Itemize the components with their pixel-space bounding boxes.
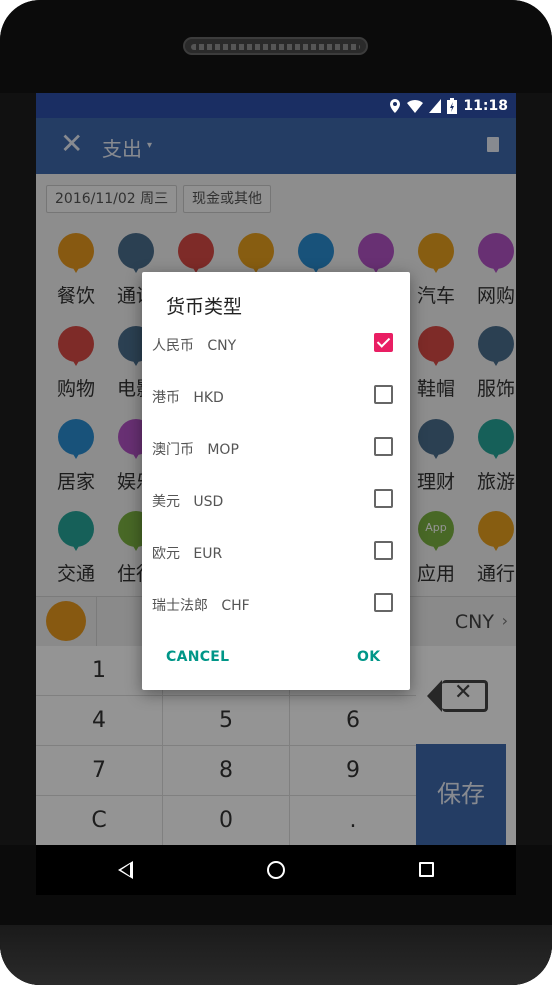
status-bar: 11:18 xyxy=(36,93,516,118)
location-icon xyxy=(390,98,401,113)
phone-chin xyxy=(0,925,552,985)
recents-icon[interactable] xyxy=(419,862,434,877)
checkbox[interactable] xyxy=(374,385,393,404)
currency-option[interactable]: 瑞士法郎 CHF xyxy=(142,578,410,630)
currency-option[interactable]: 美元 USD xyxy=(142,474,410,526)
speaker-grille xyxy=(183,37,368,55)
back-icon[interactable] xyxy=(118,861,133,879)
battery-icon xyxy=(447,97,458,114)
cancel-button[interactable]: CANCEL xyxy=(166,649,229,665)
signal-icon xyxy=(429,98,442,113)
currency-option-label: 港币 HKD xyxy=(152,390,224,406)
currency-option-label: 瑞士法郎 CHF xyxy=(152,598,250,614)
wifi-icon xyxy=(407,99,424,113)
currency-option[interactable]: 欧元 EUR xyxy=(142,526,410,578)
currency-dialog: 货币类型 人民币 CNY 港币 HKD 澳门币 MOP 美元 USD 欧元 EU… xyxy=(142,272,410,690)
status-time: 11:18 xyxy=(463,97,508,114)
home-icon[interactable] xyxy=(267,861,285,879)
currency-option[interactable]: 澳门币 MOP xyxy=(142,422,410,474)
currency-option[interactable]: 人民币 CNY xyxy=(142,318,410,370)
status-icons: 11:18 xyxy=(389,96,508,115)
checkbox[interactable] xyxy=(374,593,393,612)
checkbox[interactable] xyxy=(374,541,393,560)
checkbox[interactable] xyxy=(374,333,393,352)
currency-option-label: 人民币 CNY xyxy=(152,338,237,354)
currency-option-label: 美元 USD xyxy=(152,494,224,510)
currency-option-label: 欧元 EUR xyxy=(152,546,223,562)
currency-option[interactable]: 港币 HKD xyxy=(142,370,410,422)
phone-frame: 11:18 ✕ 支出 ▾ 2016/11/02 周三 现金或其他 餐饮 通讯 汽车网… xyxy=(0,0,552,985)
currency-option-label: 澳门币 MOP xyxy=(152,442,239,458)
checkbox[interactable] xyxy=(374,437,393,456)
dialog-title: 货币类型 xyxy=(166,296,243,318)
checkbox[interactable] xyxy=(374,489,393,508)
phone-top-bezel xyxy=(0,0,552,93)
ok-button[interactable]: OK xyxy=(357,649,380,665)
nav-bar xyxy=(36,845,516,895)
